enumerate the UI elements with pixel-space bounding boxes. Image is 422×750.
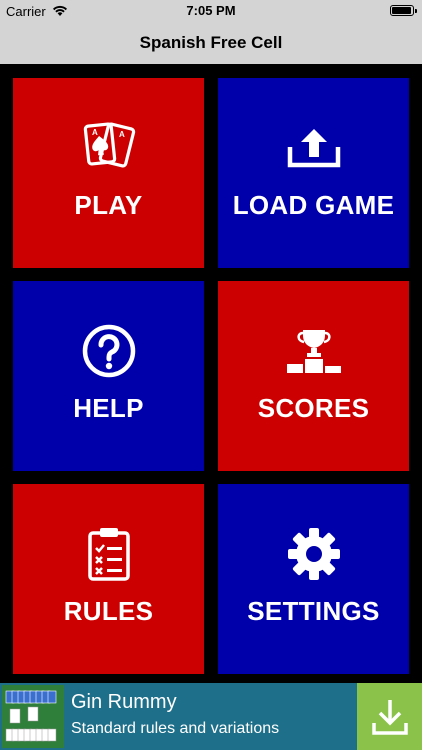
question-circle-icon: [13, 321, 204, 381]
page-title: Spanish Free Cell: [139, 33, 283, 52]
load-game-button[interactable]: LOAD GAME: [218, 78, 409, 268]
ad-download-button[interactable]: [357, 683, 422, 750]
ad-app-thumbnail: [2, 685, 64, 748]
top-bar: Carrier 7:05 PM Spanish Free Cell: [0, 0, 422, 64]
ad-subtitle: Standard rules and variations: [71, 720, 280, 737]
gear-icon: [218, 524, 409, 584]
help-button[interactable]: HELP: [13, 281, 204, 471]
upload-icon: [218, 118, 409, 178]
settings-label: SETTINGS: [247, 596, 380, 626]
scores-button[interactable]: SCORES: [218, 281, 409, 471]
status-time: 7:05 PM: [186, 3, 236, 18]
status-bar: Carrier 7:05 PM: [0, 0, 422, 22]
ad-banner[interactable]: Gin Rummy Standard rules and variations: [0, 683, 422, 750]
clipboard-checklist-icon: [13, 524, 204, 584]
playing-cards-icon: A A: [13, 118, 204, 178]
play-button[interactable]: A A PLAY: [13, 78, 204, 268]
rules-label: RULES: [63, 596, 154, 626]
help-label: HELP: [73, 393, 144, 423]
podium-trophy-icon: [218, 321, 409, 381]
play-label: PLAY: [74, 190, 143, 220]
ad-text: Gin Rummy Standard rules and variations: [71, 691, 279, 738]
scores-label: SCORES: [257, 393, 370, 423]
ad-title: Gin Rummy: [71, 691, 177, 713]
battery-icon: [390, 5, 417, 16]
settings-button[interactable]: SETTINGS: [218, 484, 409, 674]
svg-text:A: A: [119, 130, 125, 139]
rules-button[interactable]: RULES: [13, 484, 204, 674]
load-game-label: LOAD GAME: [232, 190, 395, 220]
download-icon: [371, 699, 408, 735]
svg-text:A: A: [92, 128, 98, 137]
